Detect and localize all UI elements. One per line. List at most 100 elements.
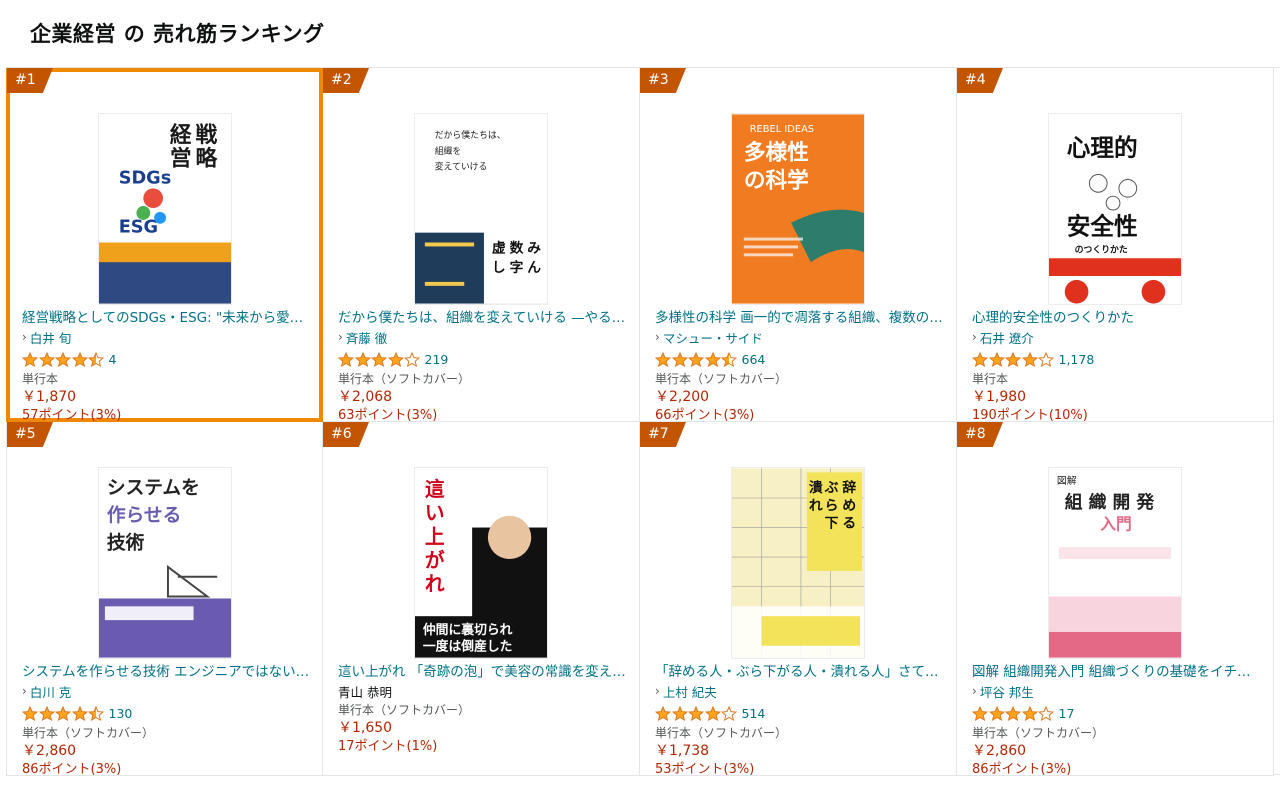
svg-text:み: み [527, 240, 541, 256]
book-format: 単行本（ソフトカバー） [972, 726, 1105, 740]
bestseller-card[interactable]: #6 這 い 上 が れ 仲間に裏切られ 一度は倒産した 這い上がれ 「奇跡の泡… [323, 422, 640, 776]
svg-text:め: め [842, 498, 856, 514]
rating-row[interactable]: 664 [655, 349, 945, 369]
star-rating[interactable] [338, 351, 421, 367]
item-title-link[interactable]: システムを作らせる技術 エンジニアではない… [22, 662, 312, 682]
price[interactable]: ￥1,870 [22, 388, 312, 406]
bestseller-card[interactable]: #3 REBEL IDEAS 多様性 の科学 多様性の科学 画一的で凋落する組織… [640, 68, 957, 423]
star-full-icon [671, 705, 688, 721]
svg-text:安全性: 安全性 [1067, 213, 1138, 241]
rating-row[interactable]: 4 [22, 349, 312, 369]
star-rating[interactable] [655, 705, 738, 721]
item-title-link[interactable]: 経営戦略としてのSDGs・ESG: "未来から愛… [22, 308, 312, 328]
author-row[interactable]: › マシュー・サイド [655, 328, 945, 346]
item-title-link[interactable]: 「辞める人・ぶら下がる人・潰れる人」さて… [655, 662, 945, 682]
star-rating[interactable] [655, 351, 738, 367]
star-full-icon [655, 351, 671, 367]
star-rating[interactable] [972, 351, 1055, 367]
rank-badge: #7 [640, 422, 686, 447]
svg-text:ら: ら [825, 498, 839, 514]
book-cover-image[interactable]: 図解 組 織 開 発 入門 [1048, 467, 1182, 659]
book-cover-image[interactable]: システムを 作らせる 技術 [97, 467, 232, 659]
rating-row[interactable]: 17 [972, 703, 1262, 723]
rating-count-link[interactable]: 4 [109, 352, 117, 367]
price[interactable]: ￥2,200 [655, 388, 945, 406]
author-name[interactable]: 白川 克 [30, 682, 71, 701]
star-full-icon [22, 705, 38, 721]
svg-text:図解: 図解 [1057, 474, 1077, 487]
star-full-icon [55, 705, 71, 721]
item-title-link[interactable]: 多様性の科学 画一的で凋落する組織、複数の… [655, 308, 945, 328]
rating-count-link[interactable]: 514 [742, 706, 766, 721]
rank-badge: #8 [957, 422, 1003, 447]
star-empty-icon [1038, 351, 1054, 367]
author-name[interactable]: 斉藤 徹 [346, 328, 387, 347]
author-row[interactable]: › 坪谷 邦生 [972, 682, 1262, 700]
item-title-link[interactable]: 図解 組織開発入門 組織づくりの基礎をイチ… [972, 662, 1262, 682]
svg-text:システムを: システムを [106, 478, 199, 499]
item-title-link[interactable]: だから僕たちは、組織を変えていける —やる… [338, 308, 628, 328]
book-cover-image[interactable]: REBEL IDEAS 多様性 の科学 [731, 113, 865, 305]
price[interactable]: ￥1,738 [655, 742, 945, 760]
rating-row[interactable]: 219 [338, 349, 628, 369]
rating-row[interactable]: 130 [22, 703, 312, 723]
author-row[interactable]: › 斉藤 徹 [338, 328, 628, 346]
rating-row[interactable]: 514 [655, 703, 945, 723]
price[interactable]: ￥2,860 [22, 742, 312, 760]
author-row[interactable]: › 上村 紀夫 [655, 682, 945, 700]
price[interactable]: ￥1,650 [338, 719, 628, 737]
rating-count-link[interactable]: 664 [742, 352, 766, 367]
item-title-link[interactable]: 心理的安全性のつくりかた [972, 308, 1262, 328]
price[interactable]: ￥2,068 [338, 388, 628, 406]
star-rating[interactable] [22, 351, 105, 367]
svg-text:潰: 潰 [809, 479, 823, 496]
bestseller-card[interactable]: #4 心理的 安全性 のつくりかた 心理的安全性のつくりかた › 石井 遼介 1,17… [957, 68, 1274, 423]
author-row[interactable]: › 白井 旬 [22, 328, 312, 346]
star-empty-icon [1038, 705, 1054, 721]
svg-text:字: 字 [510, 259, 524, 276]
bestseller-card[interactable]: #5 システムを 作らせる 技術 システムを作らせる技術 エンジニアではない… ›… [6, 422, 323, 777]
bestseller-card[interactable]: #8 図解 組 織 開 発 入門 図解 組織開発入門 組織づくりの基礎をイチ… ›… [957, 422, 1274, 779]
author-row[interactable]: › 白川 克 [22, 682, 312, 700]
book-cover-image[interactable]: だから僕たちは、 組織を 変えていける 虚数み し字ん [414, 113, 548, 305]
svg-text:技術: 技術 [106, 532, 144, 554]
price[interactable]: ￥1,980 [972, 388, 1262, 406]
star-full-icon [972, 705, 988, 721]
bestseller-grid: #1 経営 戦略 SDGs ESG 経営戦略としてのSDGs・ESG: "未来か… [6, 67, 1280, 779]
book-cover-image[interactable]: 辞める ぶら下 潰れ [731, 467, 865, 659]
rating-count-link[interactable]: 17 [1059, 706, 1075, 721]
author-name[interactable]: 石井 遼介 [980, 328, 1034, 347]
svg-text:戦: 戦 [195, 123, 217, 148]
rating-count-link[interactable]: 1,178 [1059, 352, 1095, 367]
book-cover-image[interactable]: 経営 戦略 SDGs ESG [97, 113, 232, 305]
star-rating[interactable] [972, 705, 1055, 721]
bestseller-card[interactable]: #1 経営 戦略 SDGs ESG 経営戦略としてのSDGs・ESG: "未来か… [6, 68, 323, 423]
star-rating[interactable] [22, 705, 105, 721]
author-name[interactable]: 坪谷 邦生 [980, 682, 1034, 701]
book-format: 単行本（ソフトカバー） [22, 726, 155, 740]
item-info: 図解 組織開発入門 組織づくりの基礎をイチ… › 坪谷 邦生 17 単行本（ソフトカバー… [972, 662, 1262, 779]
rating-count-link[interactable]: 219 [425, 352, 449, 367]
bestseller-card[interactable]: #7 辞める ぶら下 潰れ 「辞める人・ぶら下がる人・潰れる人」さて… › 上村 紀… [640, 422, 957, 777]
author-row: 青山 恭明 [338, 682, 628, 700]
author-name[interactable]: 白井 旬 [30, 328, 71, 347]
author-name[interactable]: 上村 紀夫 [663, 682, 717, 701]
svg-text:SDGs: SDGs [118, 168, 171, 188]
book-cover-image[interactable]: 這 い 上 が れ 仲間に裏切られ 一度は倒産した [414, 467, 548, 659]
reward-points: 53ポイント(3%) [655, 762, 755, 777]
rating-row[interactable]: 1,178 [972, 349, 1262, 369]
author-name[interactable]: マシュー・サイド [663, 328, 763, 347]
item-title-link[interactable]: 這い上がれ 「奇跡の泡」で美容の常識を変え… [338, 662, 628, 682]
star-full-icon [704, 351, 721, 367]
star-full-icon [71, 705, 88, 721]
rank-badge: #2 [323, 68, 369, 93]
price[interactable]: ￥2,860 [972, 742, 1262, 760]
author-row[interactable]: › 石井 遼介 [972, 328, 1262, 346]
svg-text:数: 数 [510, 239, 524, 256]
star-full-icon [1021, 351, 1038, 367]
book-cover-image[interactable]: 心理的 安全性 のつくりかた [1048, 113, 1182, 305]
star-full-icon [71, 351, 88, 367]
rating-count-link[interactable]: 130 [109, 706, 133, 721]
star-empty-icon [721, 705, 737, 721]
bestseller-card[interactable]: #2 だから僕たちは、 組織を 変えていける 虚数み し字ん だから僕たちは、組織を… [323, 68, 640, 423]
